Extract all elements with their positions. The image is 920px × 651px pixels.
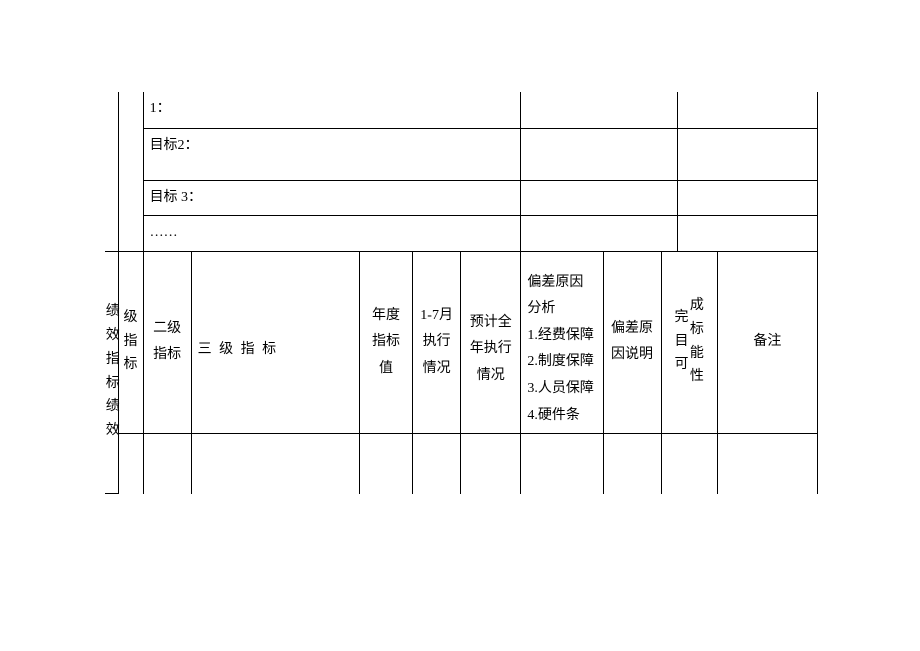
blank-cell — [677, 216, 817, 252]
vertical-label-text: 绩效指标绩效 — [105, 300, 120, 443]
blank-cell — [521, 128, 677, 180]
goal-2-cell: 目标2： — [143, 128, 521, 180]
blank-left-2 — [118, 92, 143, 251]
blank-cell — [191, 434, 359, 494]
goal-1-cell: 1： — [143, 92, 521, 128]
blank-cell — [461, 434, 521, 494]
table-row: …… — [105, 216, 818, 252]
level3-header: 三 级 指 标 — [191, 251, 359, 434]
blank-cell — [717, 434, 817, 494]
deviation-analysis-header: 偏差原因分析 1.经费保障 2.制度保障 3.人员保障 4.硬件条 — [521, 251, 603, 434]
blank-cell — [521, 434, 603, 494]
vertical-label-main: 绩效指标绩效 — [105, 251, 118, 494]
blank-cell — [521, 216, 677, 252]
remark-header: 备注 — [717, 251, 817, 434]
level2-header: 二级指标 — [143, 251, 191, 434]
annual-value-header: 年度指标值 — [359, 251, 412, 434]
blank-cell — [677, 128, 817, 180]
form-table: 1： 目标2： 目标 3： …… 绩效指标绩效 级指标 二级指标 三 级 指 标… — [105, 92, 818, 494]
jan-jul-header: 1-7月执行情况 — [413, 251, 461, 434]
table-row: 目标 3： — [105, 180, 818, 216]
blank-cell — [603, 434, 661, 494]
blank-cell — [521, 92, 677, 128]
blank-cell — [661, 434, 717, 494]
header-row: 绩效指标绩效 级指标 二级指标 三 级 指 标 年度指标值 1-7月执行情况 预… — [105, 251, 818, 434]
goal-3-cell: 目标 3： — [143, 180, 521, 216]
page: 1： 目标2： 目标 3： …… 绩效指标绩效 级指标 二级指标 三 级 指 标… — [0, 0, 920, 651]
level1-label: 级指标 — [123, 306, 138, 377]
table-row: 1： — [105, 92, 818, 128]
blank-cell — [118, 434, 143, 494]
ellipsis-cell: …… — [143, 216, 521, 252]
blank-left — [105, 92, 118, 251]
full-year-header: 预计全年执行情况 — [461, 251, 521, 434]
blank-cell — [677, 180, 817, 216]
complete-possibility-header: 完目可 成标能性 — [661, 251, 717, 434]
table-row: 目标2： — [105, 128, 818, 180]
blank-cell — [677, 92, 817, 128]
level1-header: 级指标 — [118, 251, 143, 434]
blank-cell — [413, 434, 461, 494]
deviation-explain-header: 偏差原因说明 — [603, 251, 661, 434]
blank-cell — [521, 180, 677, 216]
blank-cell — [359, 434, 412, 494]
blank-cell — [143, 434, 191, 494]
table-row — [105, 434, 818, 494]
